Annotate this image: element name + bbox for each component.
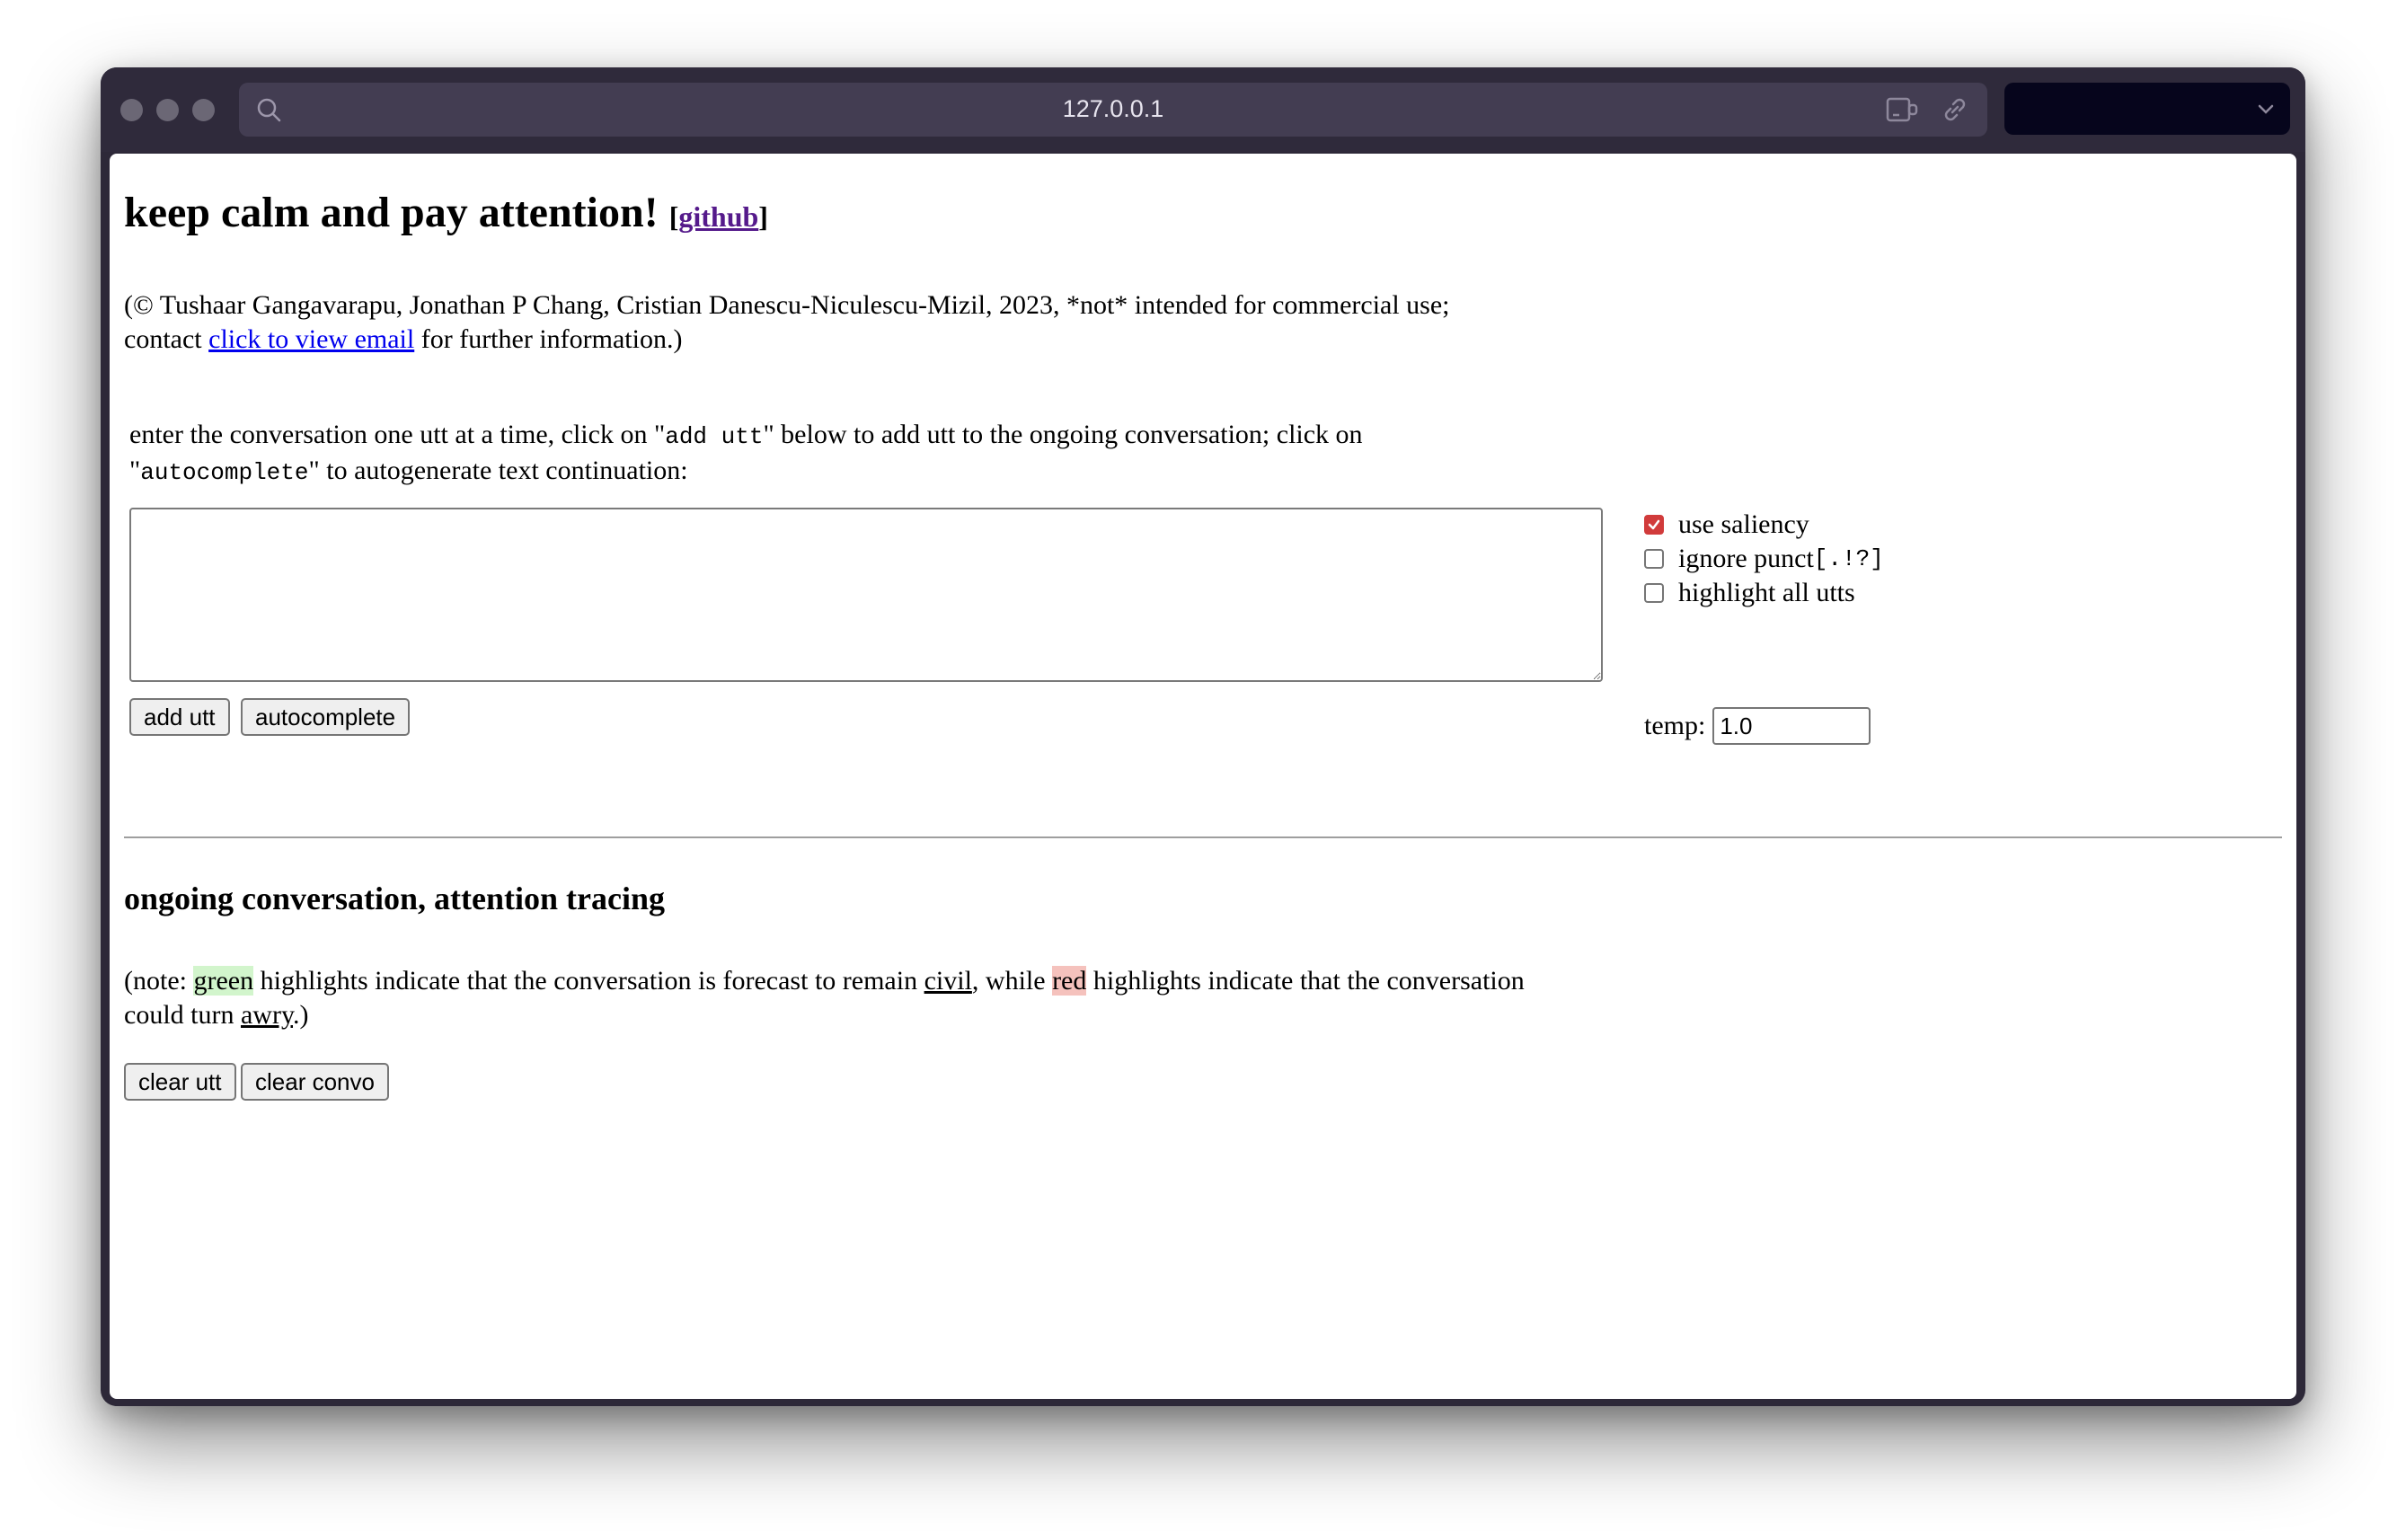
temp-label: temp: bbox=[1644, 711, 1706, 740]
note-mid-3: highlights indicate that the conversatio… bbox=[1086, 966, 1525, 996]
conversation-heading: ongoing conversation, attention tracing bbox=[124, 881, 665, 916]
add-utt-button[interactable]: add utt bbox=[129, 698, 230, 736]
address-bar-actions bbox=[1885, 95, 1969, 128]
note-mid-1: highlights indicate that the conversatio… bbox=[253, 966, 924, 996]
utterance-input[interactable] bbox=[129, 508, 1603, 682]
credits-line-1: (© Tushaar Gangavarapu, Jonathan P Chang… bbox=[124, 290, 1450, 320]
bracket-open: [ bbox=[668, 200, 679, 233]
browser-window: 127.0.0.1 keep calm and pay attention! [… bbox=[101, 67, 2305, 1406]
instructions-line-1: enter the conversation one utt at a time… bbox=[129, 418, 1363, 454]
profile-selector[interactable] bbox=[2004, 83, 2290, 135]
link-icon[interactable] bbox=[1941, 95, 1969, 128]
bracket-close: ] bbox=[758, 200, 768, 233]
close-window-button[interactable] bbox=[120, 99, 143, 121]
section-divider bbox=[124, 836, 2282, 838]
note-line-1: (note: green highlights indicate that th… bbox=[124, 964, 1525, 998]
clear-utt-button[interactable]: clear utt bbox=[124, 1063, 236, 1101]
awry-term: awry bbox=[240, 1000, 294, 1030]
ignore-punct-checkbox[interactable] bbox=[1644, 549, 1664, 569]
highlight-note: (note: green highlights indicate that th… bbox=[124, 964, 1525, 1032]
minimize-window-button[interactable] bbox=[156, 99, 179, 121]
add-utt-code: add utt bbox=[665, 423, 764, 450]
options-panel: use saliency ignore punct [.!?] highligh… bbox=[1644, 508, 1884, 610]
instr-part2: " below to add utt to the ongoing conver… bbox=[763, 420, 1363, 449]
page-title-text: keep calm and pay attention! bbox=[124, 189, 659, 236]
page-title: keep calm and pay attention! [github] bbox=[124, 188, 768, 237]
use-saliency-label: use saliency bbox=[1678, 509, 1809, 539]
extension-icon[interactable] bbox=[1885, 95, 1921, 128]
autocomplete-code: autocomplete bbox=[140, 459, 309, 486]
github-link[interactable]: github bbox=[678, 200, 758, 233]
github-link-wrapper: [github] bbox=[669, 200, 768, 233]
window-controls bbox=[120, 99, 215, 121]
note-close: .) bbox=[293, 1000, 309, 1030]
instructions-text: enter the conversation one utt at a time… bbox=[129, 418, 1363, 490]
credits-line-2: contact click to view email for further … bbox=[124, 323, 1450, 357]
ignore-punct-code: [.!?] bbox=[1813, 545, 1884, 572]
red-highlight-sample: red bbox=[1052, 966, 1087, 996]
use-saliency-option[interactable]: use saliency bbox=[1644, 508, 1884, 542]
highlight-all-option[interactable]: highlight all utts bbox=[1644, 576, 1884, 610]
credits-text: (© Tushaar Gangavarapu, Jonathan P Chang… bbox=[124, 288, 1450, 357]
temp-input[interactable] bbox=[1712, 707, 1871, 745]
note-line-2: could turn awry.) bbox=[124, 998, 1525, 1032]
temp-row: temp: bbox=[1644, 707, 1871, 745]
chevron-down-icon bbox=[2256, 101, 2276, 121]
note-line2-prefix: could turn bbox=[124, 1000, 241, 1030]
note-mid-2: , while bbox=[971, 966, 1053, 996]
instructions-line-2: "autocomplete" to autogenerate text cont… bbox=[129, 454, 1363, 490]
browser-titlebar: 127.0.0.1 bbox=[101, 67, 2305, 152]
contact-prefix: contact bbox=[124, 324, 209, 354]
clear-convo-button[interactable]: clear convo bbox=[241, 1063, 389, 1101]
note-open: (note: bbox=[124, 966, 194, 996]
ignore-punct-label: ignore punct bbox=[1678, 544, 1814, 573]
green-highlight-sample: green bbox=[193, 966, 254, 996]
address-bar[interactable]: 127.0.0.1 bbox=[239, 83, 1987, 137]
autocomplete-button[interactable]: autocomplete bbox=[241, 698, 411, 736]
url-text: 127.0.0.1 bbox=[1062, 95, 1164, 122]
page-content: keep calm and pay attention! [github] (©… bbox=[110, 154, 2296, 1399]
civil-term: civil bbox=[924, 966, 972, 996]
checkmark-icon bbox=[1648, 519, 1660, 530]
highlight-all-label: highlight all utts bbox=[1678, 578, 1855, 607]
instr-part3: " bbox=[129, 456, 141, 485]
instr-part4: " to autogenerate text continuation: bbox=[308, 456, 688, 485]
maximize-window-button[interactable] bbox=[192, 99, 215, 121]
contact-suffix: for further information.) bbox=[414, 324, 683, 354]
ignore-punct-option[interactable]: ignore punct [.!?] bbox=[1644, 542, 1884, 576]
highlight-all-checkbox[interactable] bbox=[1644, 583, 1664, 603]
view-email-link[interactable]: click to view email bbox=[208, 324, 414, 354]
use-saliency-checkbox[interactable] bbox=[1644, 515, 1664, 535]
instr-part1: enter the conversation one utt at a time… bbox=[129, 420, 666, 449]
